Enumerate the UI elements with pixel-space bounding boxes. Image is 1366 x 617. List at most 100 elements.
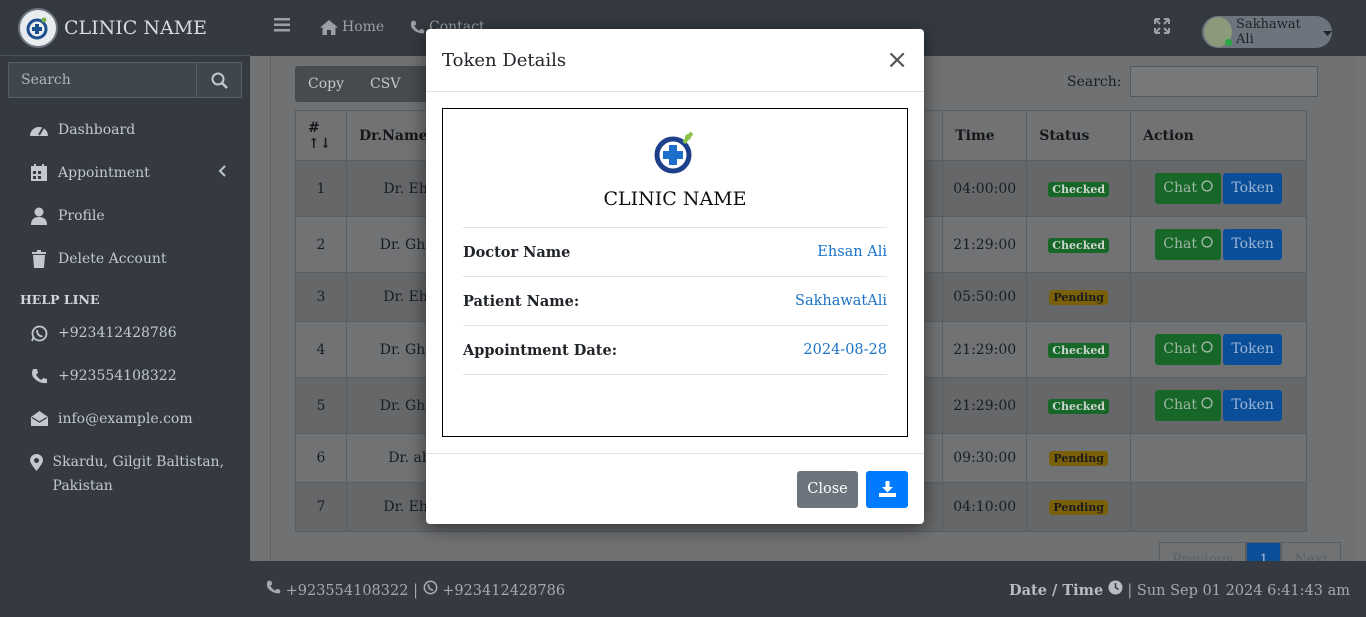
- column-header-number[interactable]: # ↑↓: [295, 110, 347, 161]
- cell-time: 21:29:00: [942, 321, 1028, 378]
- clock-icon: [1108, 580, 1123, 594]
- footer-phone: +923554108322 |: [285, 582, 423, 599]
- sidebar-item-delete-account[interactable]: Delete Account: [0, 237, 250, 280]
- cell-time: 04:00:00: [942, 160, 1028, 217]
- chat-button[interactable]: Chat: [1155, 390, 1222, 421]
- download-button[interactable]: [866, 470, 908, 508]
- status-badge: Pending: [1049, 500, 1108, 515]
- chat-button[interactable]: Chat: [1155, 229, 1222, 260]
- chat-button[interactable]: Chat: [1155, 173, 1222, 204]
- hamburger-menu-icon[interactable]: [274, 18, 290, 36]
- modal-footer: Close: [426, 453, 924, 524]
- user-dropdown[interactable]: Sakhawat Ali: [1202, 16, 1332, 48]
- contact-label: +923554108322: [58, 368, 177, 384]
- sidebar-item-profile[interactable]: Profile: [0, 194, 250, 237]
- sidebar-item-dashboard[interactable]: Dashboard: [0, 108, 250, 151]
- sidebar-search: Search: [8, 62, 242, 98]
- phone-icon: [266, 580, 281, 593]
- contact-label: +923412428786: [58, 325, 177, 341]
- nav-home-label: Home: [342, 19, 385, 35]
- sidebar: CLINIC NAME Search Dashboard Appointment…: [0, 0, 250, 617]
- cell-status: Checked: [1026, 216, 1132, 273]
- cell-action: [1130, 433, 1307, 483]
- sidebar-item-appointment[interactable]: Appointment: [0, 151, 250, 194]
- column-header-action[interactable]: Action: [1130, 110, 1307, 161]
- sidebar-item-label: Delete Account: [58, 250, 167, 267]
- cell-action: Chat Token: [1130, 160, 1307, 217]
- token-details-modal: Token Details × CLINIC NAME Doctor Name …: [426, 29, 924, 524]
- sidebar-item-label: Appointment: [58, 164, 150, 181]
- chat-button[interactable]: Chat: [1155, 334, 1222, 365]
- datetime-label: Date / Time: [1009, 581, 1104, 599]
- modal-title: Token Details: [442, 49, 567, 71]
- whatsapp-icon: [1201, 341, 1214, 353]
- table-search: Search:: [1067, 66, 1318, 97]
- cell-action: Chat Token: [1130, 377, 1307, 434]
- cell-status: Pending: [1026, 433, 1132, 483]
- cell-number: 1: [295, 160, 347, 217]
- home-icon: [320, 19, 338, 35]
- phone-icon: [410, 20, 425, 33]
- cell-action: Chat Token: [1130, 216, 1307, 273]
- copy-button[interactable]: Copy: [295, 66, 357, 102]
- token-label: Patient Name:: [463, 292, 580, 310]
- whatsapp-icon: [1201, 180, 1214, 192]
- token-button[interactable]: Token: [1223, 334, 1282, 365]
- cell-number: 3: [295, 272, 347, 322]
- column-header-status[interactable]: Status: [1026, 110, 1132, 161]
- status-badge: Checked: [1048, 181, 1110, 197]
- cell-time: 21:29:00: [942, 216, 1028, 273]
- datetime-value: | Sun Sep 01 2024 6:41:43 am: [1127, 582, 1350, 599]
- column-header-time[interactable]: Time: [942, 110, 1028, 161]
- modal-header: Token Details ×: [426, 29, 924, 92]
- token-details-list: Doctor Name Ehsan Ali Patient Name: Sakh…: [463, 227, 887, 375]
- clinic-logo-icon: [463, 131, 887, 175]
- caret-down-icon: [1323, 25, 1332, 40]
- pagination: Previous 1 Next: [1159, 542, 1342, 572]
- footer-datetime: Date / Time | Sun Sep 01 2024 6:41:43 am: [1009, 580, 1350, 599]
- token-value: SakhawatAli: [795, 293, 887, 309]
- token-button[interactable]: Token: [1223, 229, 1282, 260]
- chevron-left-icon: [218, 165, 226, 181]
- cell-number: 2: [295, 216, 347, 273]
- token-card: CLINIC NAME Doctor Name Ehsan Ali Patien…: [442, 108, 908, 437]
- footer-contacts: +923554108322 | +923412428786: [266, 580, 565, 599]
- contact-phone[interactable]: +923554108322: [0, 354, 250, 397]
- table-search-input[interactable]: [1129, 66, 1318, 97]
- token-button[interactable]: Token: [1223, 390, 1282, 421]
- cell-status: Pending: [1026, 272, 1132, 322]
- status-badge: Checked: [1048, 398, 1110, 414]
- csv-button[interactable]: CSV: [357, 66, 413, 102]
- cell-time: 21:29:00: [942, 377, 1028, 434]
- user-icon: [28, 207, 50, 225]
- brand[interactable]: CLINIC NAME: [0, 0, 250, 56]
- status-badge: Checked: [1048, 237, 1110, 253]
- token-row-doctor: Doctor Name Ehsan Ali: [463, 228, 887, 277]
- cell-number: 6: [295, 433, 347, 483]
- cell-time: 05:50:00: [942, 272, 1028, 322]
- token-row-date: Appointment Date: 2024-08-28: [463, 326, 887, 375]
- contact-label: info@example.com: [58, 411, 193, 427]
- contact-email[interactable]: info@example.com: [0, 397, 250, 440]
- whatsapp-icon: [1201, 236, 1214, 248]
- contact-whatsapp[interactable]: +923412428786: [0, 311, 250, 354]
- modal-close-icon[interactable]: ×: [886, 47, 908, 73]
- close-button[interactable]: Close: [797, 470, 858, 508]
- cell-status: Checked: [1026, 377, 1132, 434]
- map-marker-icon: [28, 454, 45, 471]
- envelope-icon: [28, 411, 50, 426]
- cell-status: Checked: [1026, 321, 1132, 378]
- status-badge: Pending: [1049, 451, 1108, 466]
- cell-number: 5: [295, 377, 347, 434]
- token-button[interactable]: Token: [1223, 173, 1282, 204]
- nav-home-link[interactable]: Home: [320, 19, 384, 35]
- cell-time: 09:30:00: [942, 433, 1028, 483]
- token-label: Doctor Name: [463, 243, 571, 261]
- trash-icon: [28, 249, 50, 268]
- search-button[interactable]: [196, 62, 242, 98]
- fullscreen-expand-icon[interactable]: [1154, 18, 1170, 38]
- token-label: Appointment Date:: [463, 341, 618, 359]
- whatsapp-icon: [423, 580, 438, 594]
- sidebar-search-input[interactable]: Search: [8, 62, 196, 98]
- cell-action: [1130, 482, 1307, 532]
